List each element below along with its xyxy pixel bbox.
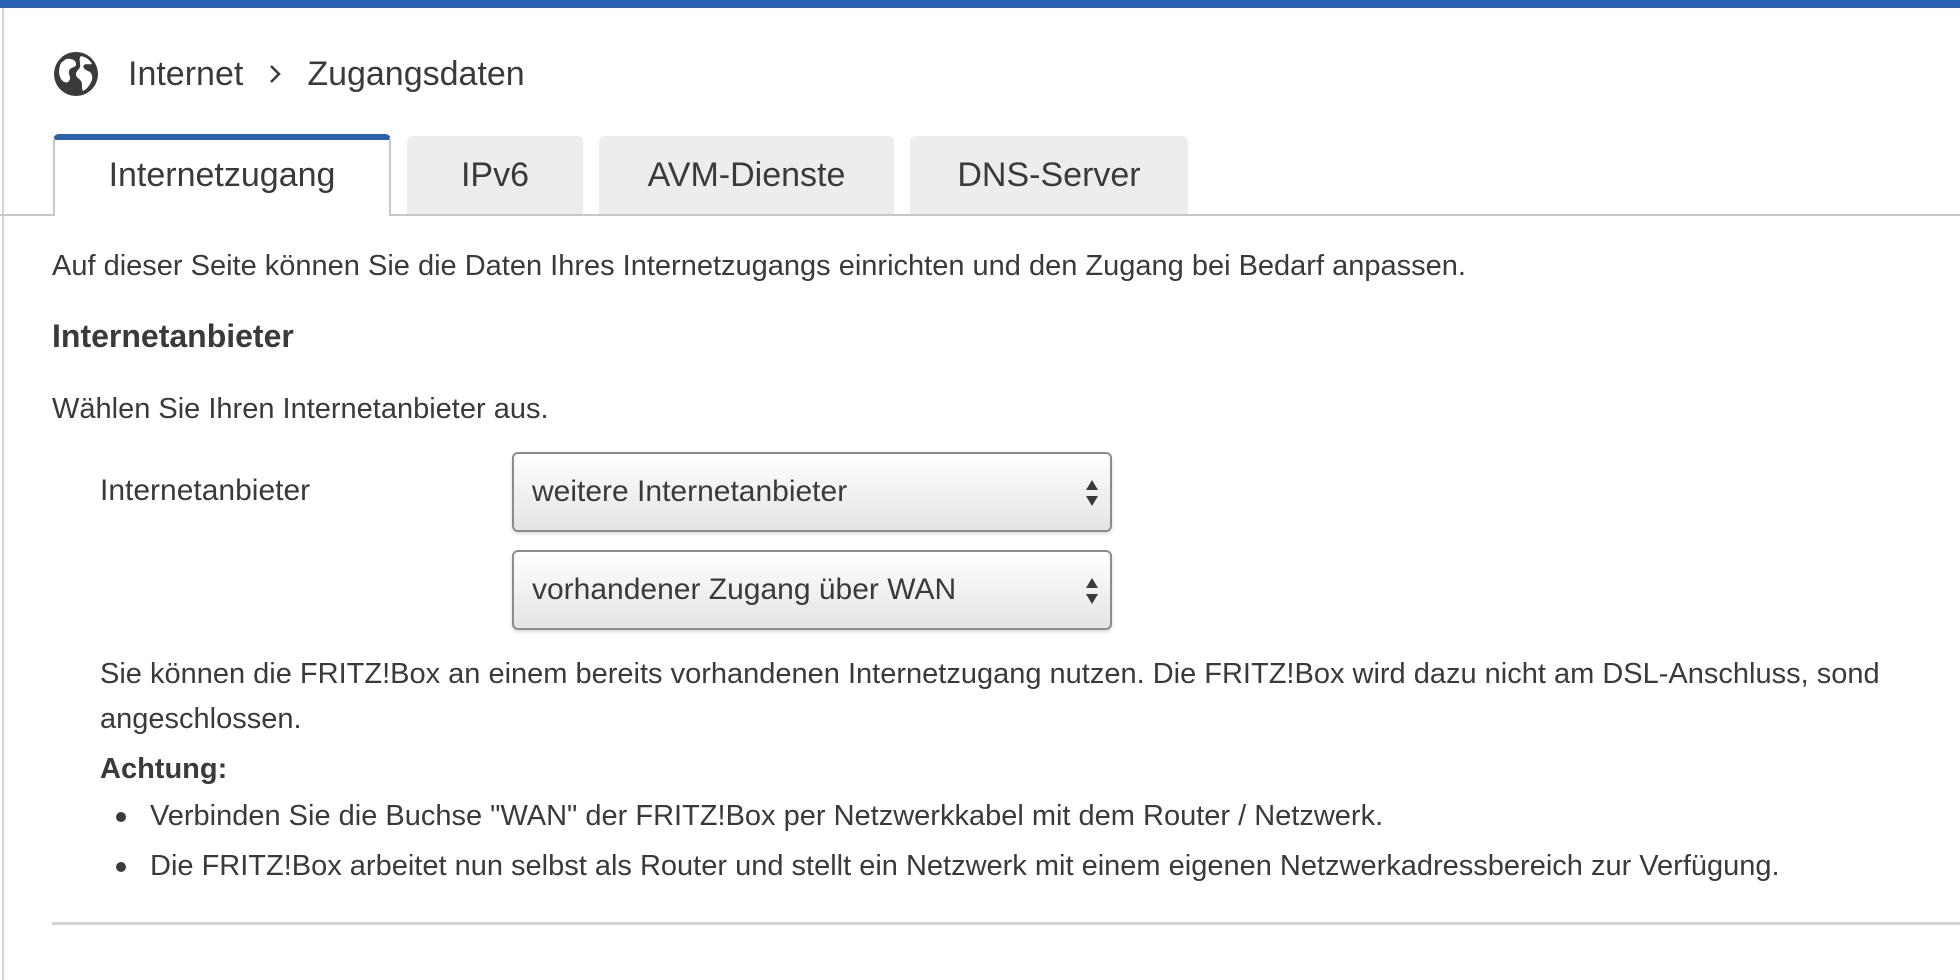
wan-description: Sie können die FRITZ!Box an einem bereit…: [100, 652, 1960, 742]
select-arrows-icon: [1086, 578, 1098, 604]
warning-item-router-mode: Die FRITZ!Box arbeitet nun selbst als Ro…: [100, 841, 1780, 891]
wan-description-line-2: angeschlossen.: [100, 703, 302, 735]
breadcrumb-item-internet[interactable]: Internet: [128, 55, 243, 94]
top-accent-bar: [0, 0, 1960, 8]
breadcrumb: Internet Zugangsdaten: [52, 46, 525, 102]
globe-icon: [54, 52, 98, 96]
chevron-right-icon: [270, 65, 282, 83]
section-title: Internetanbieter: [52, 318, 294, 354]
provider-select-value: weitere Internetanbieter: [532, 475, 848, 508]
warning-title: Achtung:: [100, 753, 228, 785]
access-type-select-value: vorhandener Zugang über WAN: [532, 573, 957, 606]
select-arrows-icon: [1086, 480, 1098, 506]
page-intro-text: Auf dieser Seite können Sie die Daten Ih…: [52, 250, 1466, 282]
provider-prompt: Wählen Sie Ihren Internetanbieter aus.: [52, 393, 549, 425]
tab-avm-dienste[interactable]: AVM-Dienste: [599, 136, 894, 214]
tab-dns-server[interactable]: DNS-Server: [910, 136, 1188, 214]
tab-bar: Internetzugang IPv6 AVM-Dienste DNS-Serv…: [0, 134, 1960, 216]
wan-description-line-1: Sie können die FRITZ!Box an einem bereit…: [100, 658, 1880, 690]
access-type-select[interactable]: vorhandener Zugang über WAN: [512, 550, 1112, 630]
tab-ipv6[interactable]: IPv6: [407, 136, 583, 214]
warning-item-wan-cable: Verbinden Sie die Buchse "WAN" der FRITZ…: [100, 791, 1780, 841]
section-divider: [52, 922, 1960, 925]
provider-select[interactable]: weitere Internetanbieter: [512, 452, 1112, 532]
tab-internetzugang[interactable]: Internetzugang: [53, 134, 391, 216]
provider-field-label: Internetanbieter: [100, 474, 311, 507]
breadcrumb-item-zugangsdaten: Zugangsdaten: [307, 54, 525, 93]
warning-list: Verbinden Sie die Buchse "WAN" der FRITZ…: [100, 791, 1780, 891]
